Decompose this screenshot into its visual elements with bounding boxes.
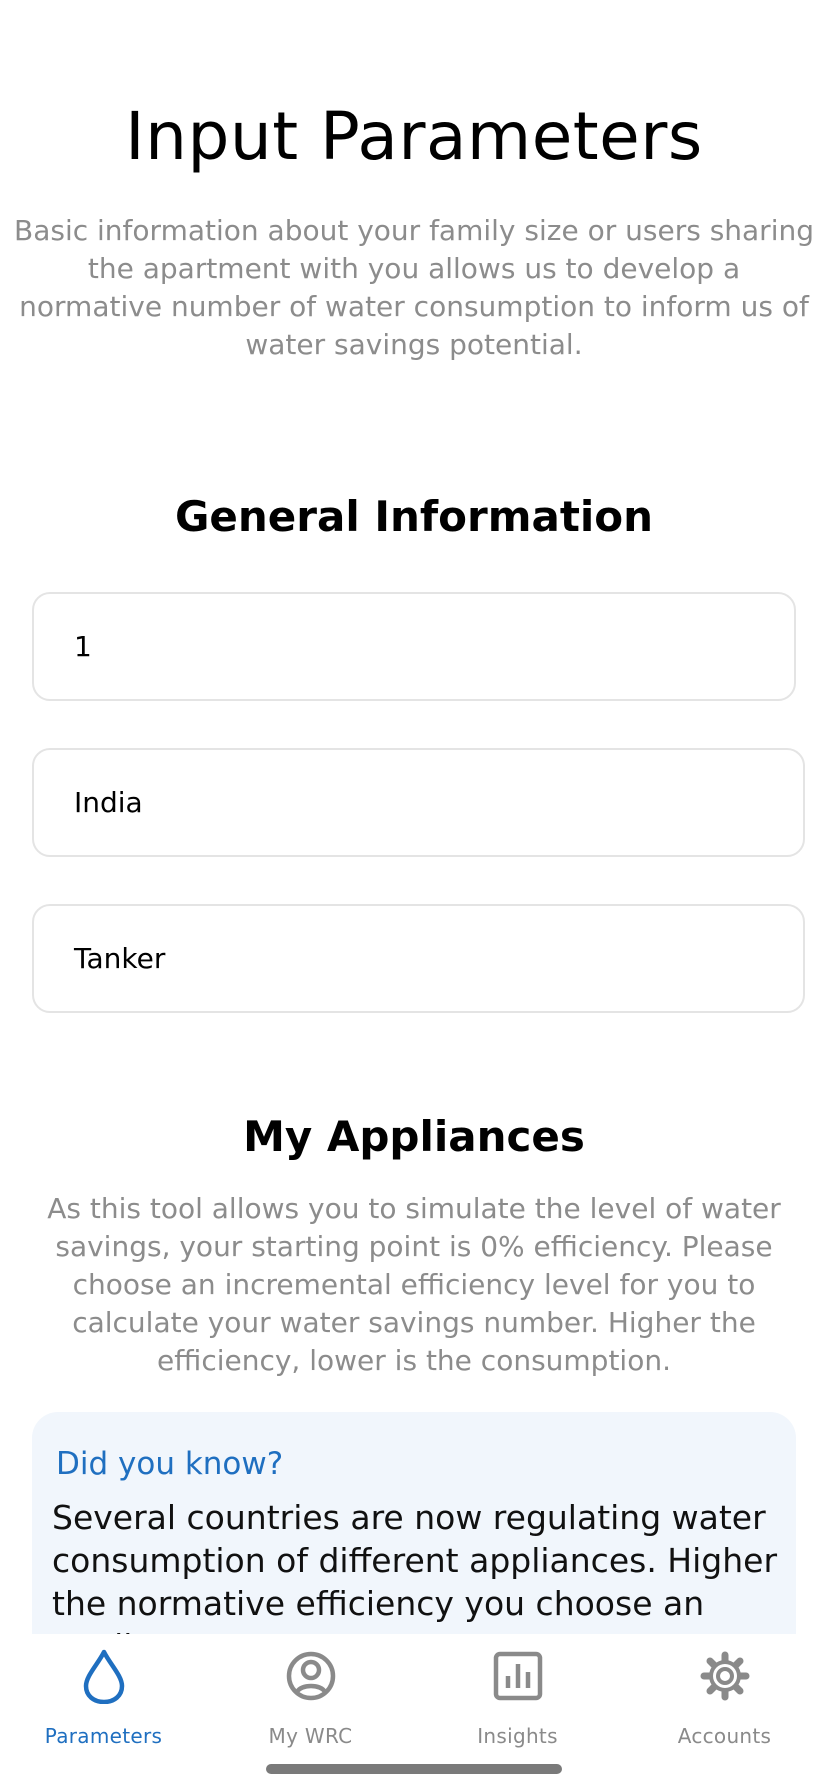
general-information-heading: General Information xyxy=(174,492,654,541)
my-appliances-heading: My Appliances xyxy=(243,1112,585,1161)
tab-insights[interactable]: Insights xyxy=(414,1642,621,1752)
intro-text: Basic information about your family size… xyxy=(14,214,814,361)
home-indicator[interactable] xyxy=(266,1764,562,1774)
tab-accounts-label: Accounts xyxy=(677,1724,772,1748)
family-size-field[interactable]: 1 xyxy=(32,592,796,701)
tab-parameters[interactable]: Parameters xyxy=(0,1642,207,1752)
country-value: India xyxy=(74,786,143,819)
tab-my-wrc[interactable]: My WRC xyxy=(207,1642,414,1752)
water-source-value: Tanker xyxy=(74,942,166,975)
water-drop-icon xyxy=(83,1649,125,1704)
tab-my-wrc-label: My WRC xyxy=(268,1724,353,1748)
water-source-field[interactable]: Tanker xyxy=(32,904,805,1013)
tab-insights-label: Insights xyxy=(477,1724,558,1748)
gear-icon xyxy=(700,1651,750,1701)
tab-parameters-label: Parameters xyxy=(44,1724,163,1748)
page-title: Input Parameters xyxy=(125,98,703,175)
user-circle-icon xyxy=(286,1651,336,1701)
did-you-know-title: Did you know? xyxy=(56,1446,284,1482)
input-parameters-screen: Input Parameters Basic information about… xyxy=(0,0,828,1792)
appliances-description: As this tool allows you to simulate the … xyxy=(47,1192,781,1377)
country-field[interactable]: India xyxy=(32,748,805,857)
bar-chart-icon xyxy=(493,1651,543,1701)
family-size-value: 1 xyxy=(74,630,92,663)
tab-accounts[interactable]: Accounts xyxy=(621,1642,828,1752)
